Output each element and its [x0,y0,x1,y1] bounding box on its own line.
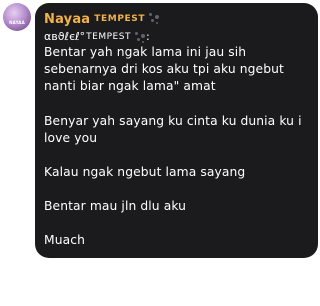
message-text-5: Muach [44,233,85,248]
avatar[interactable]: NAYAA [3,3,31,31]
message-text-3: Kalau ngak ngebut lama sayang [44,165,246,180]
reply-reference: αвϑℓєℓ° TEMPEST : [44,30,310,44]
message-text-2: Benyar yah sayang ku cinta ku dunia ku i… [44,113,306,145]
reply-name: αвϑℓєℓ° [44,30,86,43]
message-bubble: Nayaa TEMPEST αвϑℓєℓ° TEMPEST : Bentar y… [35,3,318,258]
reply-sparkle-icon [133,31,145,43]
message-text-4: Bentar mau jln dlu aku [44,199,187,214]
reply-colon: : [145,30,150,43]
message-text-1: Bentar yah ngak lama ini jau sih sebenar… [44,45,288,94]
sparkle-icon [147,12,161,26]
avatar-label: NAYAA [9,20,25,25]
message-header: Nayaa TEMPEST [44,9,310,29]
sender-name[interactable]: Nayaa [44,12,90,27]
reply-tag: TEMPEST [86,32,131,42]
sender-tag: TEMPEST [94,14,146,24]
